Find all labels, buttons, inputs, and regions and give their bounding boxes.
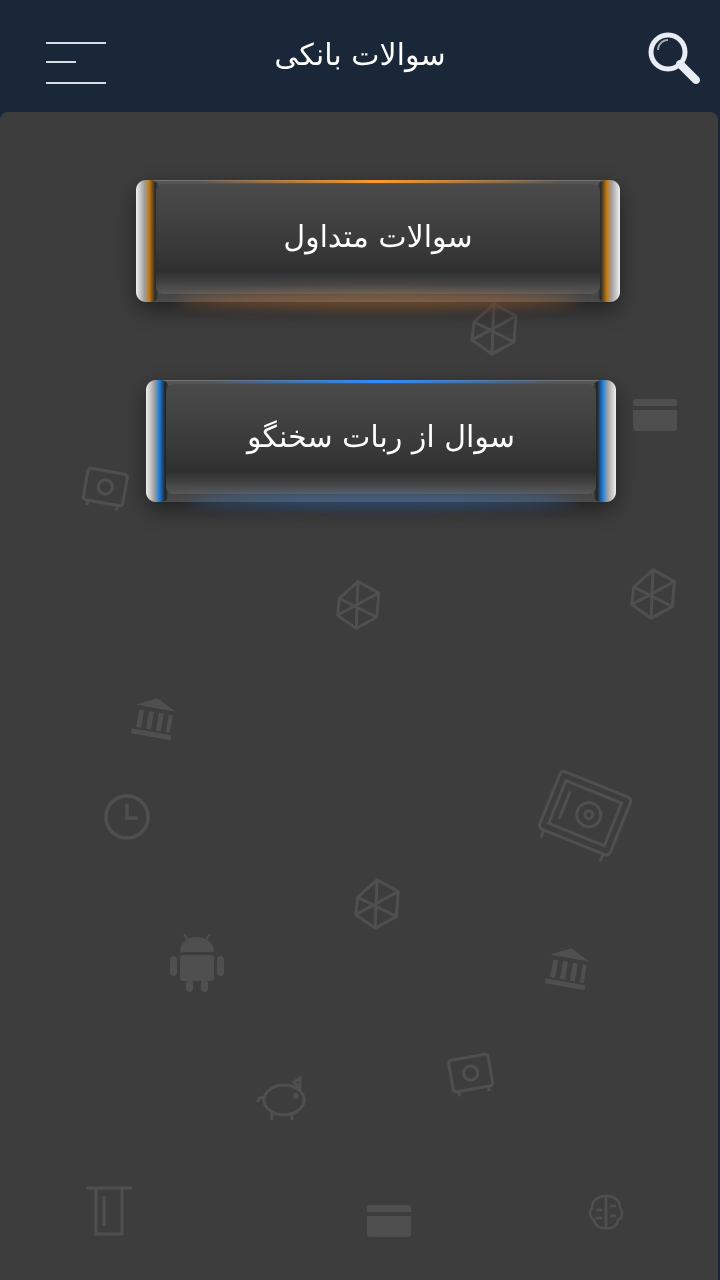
chatbot-button[interactable]: سوال از ربات سخنگو [146, 380, 616, 508]
network-icon [354, 878, 400, 930]
network-icon [335, 579, 381, 631]
app-bar: سوالات بانکی [0, 0, 720, 112]
page-title: سوالات بانکی [274, 38, 446, 73]
bank-icon [545, 948, 590, 991]
safe-icon [537, 769, 632, 862]
clock-icon [104, 794, 150, 840]
network-icon [630, 568, 676, 620]
search-icon[interactable] [646, 30, 702, 86]
android-icon [170, 933, 224, 992]
safe-icon [447, 1052, 495, 1097]
network-icon [470, 302, 518, 356]
chatbot-button-label: سوال از ربات سخنگو [246, 420, 516, 455]
safe-icon [81, 466, 129, 511]
card-icon [367, 1205, 411, 1237]
hamburger-icon[interactable] [44, 40, 108, 88]
brain-icon [588, 1194, 624, 1230]
bank-icon [131, 698, 176, 741]
faq-button-label: سوالات متداول [283, 220, 473, 255]
content-area: سوالات متداول سوال از ربات سخنگو [0, 112, 718, 1280]
atm-icon [86, 1186, 132, 1236]
piggy-bank-icon [256, 1075, 306, 1120]
card-icon [633, 399, 677, 431]
faq-button[interactable]: سوالات متداول [136, 180, 620, 308]
